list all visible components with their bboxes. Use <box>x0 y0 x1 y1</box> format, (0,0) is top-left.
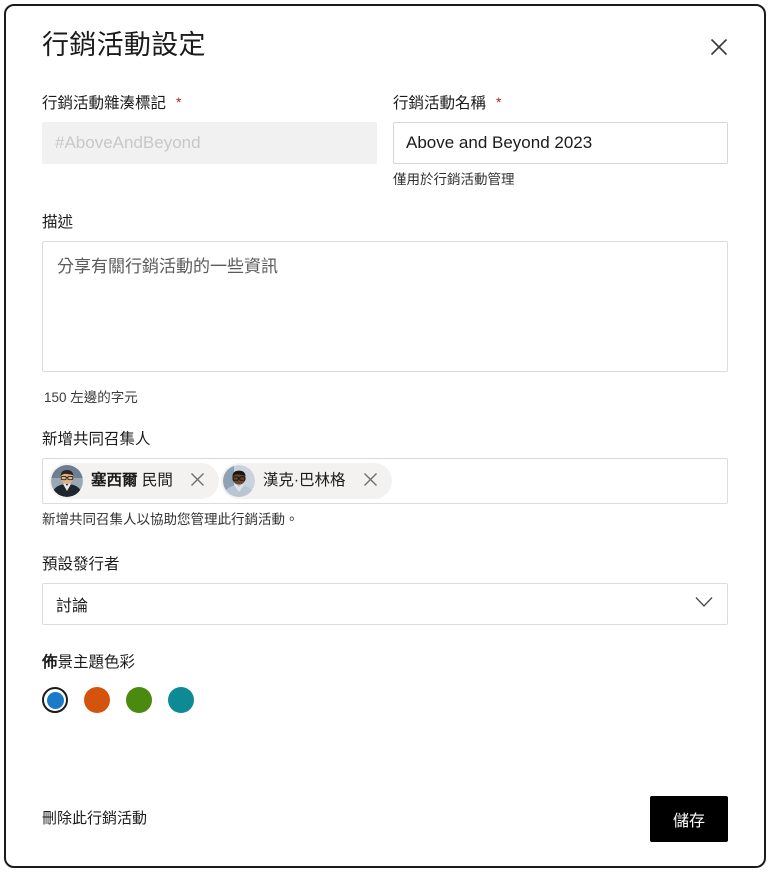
person-name-bold: 塞西爾 <box>91 472 138 489</box>
page-title: 行銷活動設定 <box>42 30 206 60</box>
remove-person-button[interactable] <box>358 468 384 494</box>
close-icon <box>190 472 205 490</box>
dialog-footer: 刪除此行銷活動 儲存 <box>34 796 736 842</box>
hashtag-required-marker: * <box>176 94 182 110</box>
close-button[interactable] <box>702 30 736 64</box>
theme-color-swatches <box>42 687 728 713</box>
dialog-header: 行銷活動設定 <box>34 28 736 84</box>
theme-swatch-green[interactable] <box>126 687 152 713</box>
co-organizers-hint: 新增共同召集人以協助您管理此行銷活動。 <box>42 512 299 527</box>
save-button[interactable]: 儲存 <box>650 796 728 842</box>
description-char-counter: 150 左邊的字元 <box>44 390 138 405</box>
theme-swatch-blue[interactable] <box>42 687 68 713</box>
theme-color-label-first: 佈 <box>42 654 58 671</box>
hashtag-field-group: 行銷活動雜湊標記 * <box>42 92 377 189</box>
avatar <box>51 465 83 497</box>
campaign-name-input[interactable] <box>393 122 728 164</box>
default-publisher-select[interactable]: 討論 <box>42 583 728 625</box>
campaign-name-hint: 僅用於行銷活動管理 <box>393 172 515 187</box>
campaign-settings-dialog: 行銷活動設定 行銷活動雜湊標記 * 行銷活動名稱 * <box>4 4 766 868</box>
theme-swatch-orange[interactable] <box>84 687 110 713</box>
campaign-name-required-marker: * <box>496 94 502 110</box>
theme-color-label-rest: 景主題色彩 <box>57 654 136 671</box>
theme-swatch-teal[interactable] <box>168 687 194 713</box>
description-label: 描述 <box>42 214 74 231</box>
swatch-fill <box>84 687 110 713</box>
description-field-group: 描述 150 左邊的字元 <box>34 213 736 406</box>
person-name: 漢克·巴林格 <box>263 471 358 491</box>
delete-campaign-link[interactable]: 刪除此行銷活動 <box>42 809 147 829</box>
person-name: 塞西爾 民間 <box>91 471 185 491</box>
campaign-name-field-group: 行銷活動名稱 * 僅用於行銷活動管理 <box>393 92 728 189</box>
remove-person-button[interactable] <box>185 468 211 494</box>
swatch-fill <box>168 687 194 713</box>
hashtag-input <box>42 122 377 164</box>
description-input[interactable] <box>42 241 728 372</box>
co-organizers-field-group: 新增共同召集人 塞西爾 民間 漢克·巴林格 新增共同召集人以協助您管理此行銷活動… <box>34 430 736 529</box>
hashtag-label: 行銷活動雜湊標記 * <box>42 92 377 114</box>
avatar <box>222 465 255 497</box>
default-publisher-field-group: 預設發行者 討論 <box>34 555 736 625</box>
person-name-rest: 漢克·巴林格 <box>262 472 346 489</box>
default-publisher-value: 討論 <box>56 598 89 615</box>
person-name-rest: 民間 <box>141 472 173 489</box>
top-fields-row: 行銷活動雜湊標記 * 行銷活動名稱 * 僅用於行銷活動管理 <box>34 92 736 189</box>
close-icon <box>363 472 378 490</box>
person-chip[interactable]: 漢克·巴林格 <box>220 463 392 499</box>
swatch-fill <box>46 691 64 709</box>
close-icon <box>709 37 729 57</box>
person-chip[interactable]: 塞西爾 民間 <box>49 463 219 499</box>
swatch-fill <box>126 687 152 713</box>
theme-color-field-group: 佈景主題色彩 <box>34 653 736 713</box>
default-publisher-label: 預設發行者 <box>42 556 120 573</box>
campaign-name-label-text: 行銷活動名稱 <box>393 95 487 112</box>
theme-color-label: 佈景主題色彩 <box>42 653 728 673</box>
hashtag-label-text: 行銷活動雜湊標記 <box>42 95 167 112</box>
co-organizers-label: 新增共同召集人 <box>42 431 151 448</box>
chevron-down-icon <box>695 595 713 613</box>
co-organizers-picker[interactable]: 塞西爾 民間 漢克·巴林格 <box>42 458 728 504</box>
campaign-name-label: 行銷活動名稱 * <box>393 92 728 114</box>
